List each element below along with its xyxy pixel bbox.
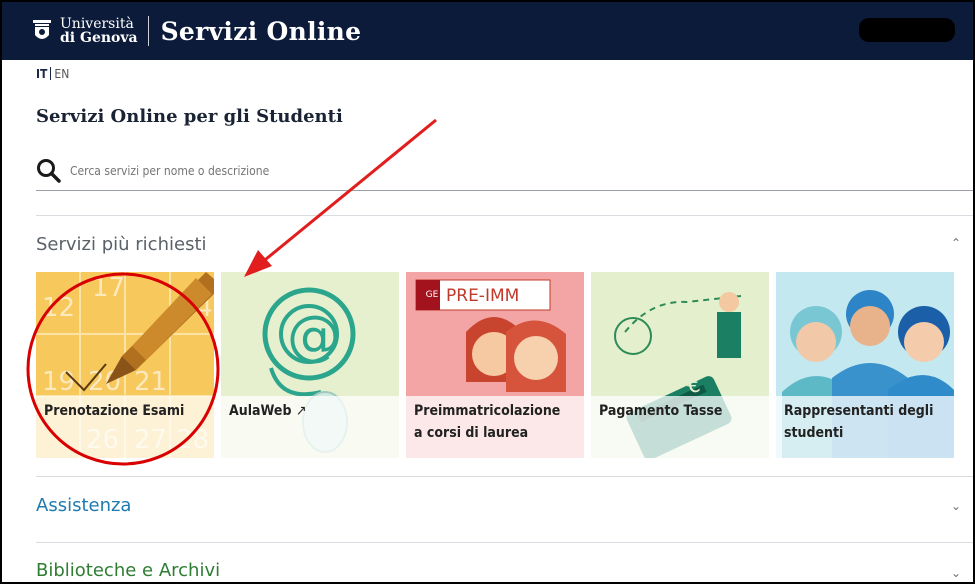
tile-label: AulaWeb ↗ <box>229 403 307 419</box>
top-header: Università di Genova Servizi Online <box>2 2 973 60</box>
svg-text:19: 19 <box>42 367 75 397</box>
chevron-up-icon[interactable]: ⌃ <box>951 236 961 250</box>
tile-label: Preimmatricolazione a corsi di laurea <box>414 403 561 441</box>
tile-label: Prenotazione Esami <box>44 403 185 419</box>
search-bar <box>36 152 973 191</box>
svg-text:17: 17 <box>92 273 125 303</box>
header-separator <box>147 16 149 46</box>
svg-text:12: 12 <box>42 293 75 323</box>
university-name: Università di Genova <box>60 16 138 46</box>
svg-text:€: € <box>687 373 701 398</box>
redacted-user-area[interactable] <box>859 18 955 42</box>
crest-icon <box>33 20 51 39</box>
credit-card-icon: € <box>591 272 769 458</box>
tile-label: Rappresentanti degli studenti <box>784 403 934 441</box>
page-title: Servizi Online per gli Studenti <box>36 106 343 127</box>
chevron-down-icon[interactable]: ⌄ <box>951 499 961 513</box>
app-title[interactable]: Servizi Online <box>161 17 362 46</box>
tile-prenotazione-esami[interactable]: 12174 192021 262728 Prenotazione Esami <box>36 272 214 458</box>
calendar-pen-icon: 12174 192021 262728 <box>36 272 214 458</box>
popular-services: 12174 192021 262728 Prenotazione Esami @… <box>36 272 973 458</box>
tile-label: Pagamento Tasse <box>599 403 723 419</box>
svg-text:21: 21 <box>134 367 167 397</box>
at-mouse-icon: @ <box>221 272 399 458</box>
tile-aulaweb[interactable]: @ AulaWeb ↗ <box>221 272 399 458</box>
tile-preimmatricolazione[interactable]: GE PRE-IMM Preimmatricolazione a corsi d… <box>406 272 584 458</box>
divider <box>36 476 973 477</box>
language-switch: IT EN <box>36 67 69 81</box>
section-assistenza[interactable]: Assistenza <box>36 495 131 516</box>
tile-rappresentanti[interactable]: Rappresentanti degli studenti <box>776 272 954 458</box>
university-logo[interactable]: Università di Genova <box>32 17 138 45</box>
divider <box>36 542 973 543</box>
external-link-icon: ↗ <box>295 403 307 419</box>
section-biblioteche[interactable]: Biblioteche e Archivi <box>36 560 220 581</box>
badge-label: PRE-IMM <box>446 286 520 306</box>
search-icon[interactable] <box>36 158 62 184</box>
search-input[interactable] <box>68 163 572 179</box>
svg-text:@: @ <box>287 304 341 367</box>
section-popular-title[interactable]: Servizi più richiesti <box>36 234 207 255</box>
divider <box>36 215 973 216</box>
lang-en[interactable]: EN <box>54 67 69 81</box>
tile-pagamento-tasse[interactable]: € Pagamento Tasse <box>591 272 769 458</box>
lang-it[interactable]: IT <box>36 67 47 81</box>
annotation-arrow <box>259 118 437 266</box>
chevron-down-icon[interactable]: ⌄ <box>951 566 961 580</box>
badge-sub: GE <box>425 290 439 300</box>
